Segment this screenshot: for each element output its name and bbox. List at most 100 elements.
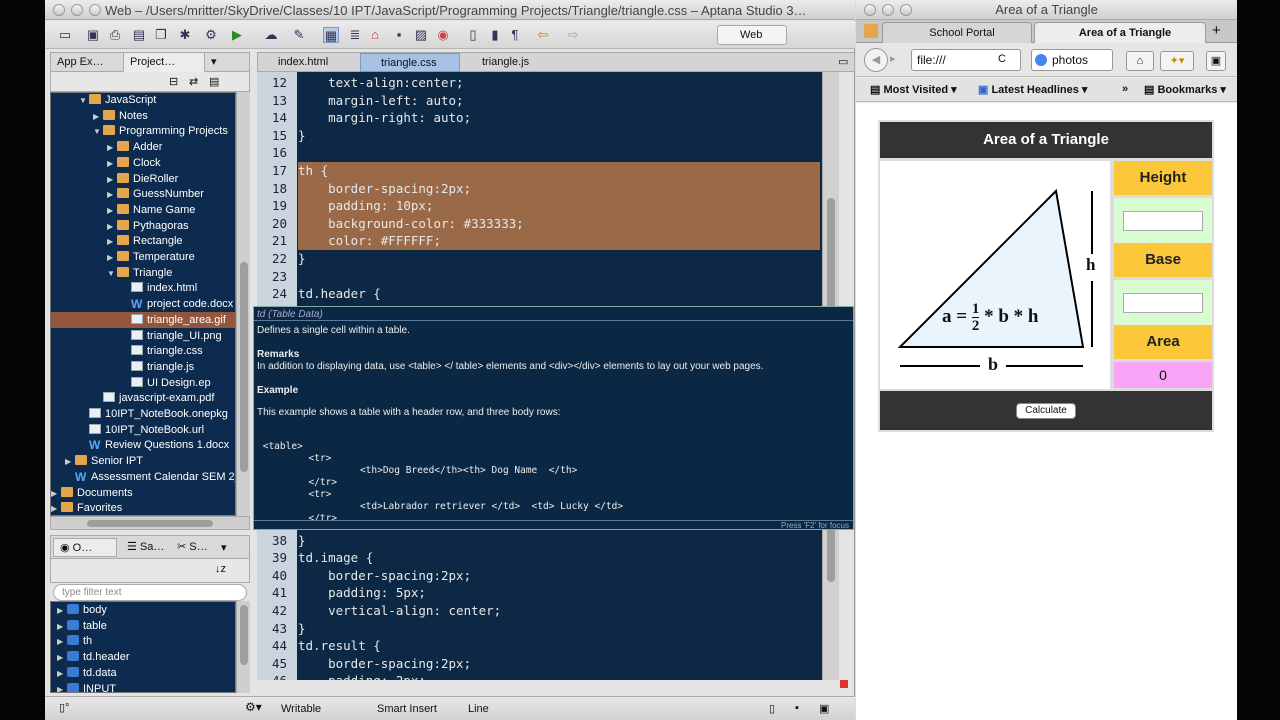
outline-item[interactable]: ▶ INPUT xyxy=(51,681,235,693)
code-line[interactable]: border-spacing:2px; xyxy=(298,179,820,198)
code-line[interactable]: td.result { xyxy=(298,637,820,655)
grid-view-icon[interactable]: ▦ xyxy=(323,27,339,43)
close-window-button[interactable] xyxy=(53,4,65,16)
bookmark-icon[interactable]: ▮ xyxy=(487,27,503,43)
firefox-menu-icon[interactable] xyxy=(864,24,878,38)
maximize-icon[interactable]: ▭ xyxy=(838,55,848,68)
tree-item[interactable]: triangle.css xyxy=(51,343,235,359)
tree-item[interactable]: ▶ Notes xyxy=(51,108,235,125)
code-line[interactable]: } xyxy=(298,127,820,145)
code-line[interactable]: } xyxy=(298,250,820,268)
forward-arrow-icon[interactable]: ⇨ xyxy=(565,27,581,43)
tab-triangle-js[interactable]: triangle.js xyxy=(462,53,558,72)
code-line[interactable]: margin-right: auto; xyxy=(298,109,820,127)
tab-snippets[interactable]: ✂ S… xyxy=(171,538,215,557)
run-config-icon[interactable]: ✱ xyxy=(177,27,193,43)
code-line[interactable]: vertical-align: center; xyxy=(298,602,820,620)
image-icon[interactable]: ▨ xyxy=(413,27,429,43)
outline-item[interactable]: ▶ td.data xyxy=(51,665,235,682)
tree-item[interactable]: W Review Questions 1.docx xyxy=(51,437,235,453)
collapsed-arrow-icon[interactable]: ▶ xyxy=(65,454,75,470)
collapsed-arrow-icon[interactable]: ▶ xyxy=(57,682,67,693)
tree-item[interactable]: javascript-exam.pdf xyxy=(51,390,235,406)
expanded-arrow-icon[interactable]: ▼ xyxy=(93,124,103,140)
deploy-icon[interactable]: ☁ xyxy=(263,27,279,43)
tree-item[interactable]: triangle_UI.png xyxy=(51,328,235,344)
tree-item[interactable]: 10IPT_NoteBook.url xyxy=(51,422,235,438)
tree-item[interactable]: W Assessment Calendar SEM 2_IPT xyxy=(51,469,235,485)
tree-item[interactable]: UI Design.ep xyxy=(51,375,235,391)
collapsed-arrow-icon[interactable]: ▶ xyxy=(107,219,117,235)
tab-samples[interactable]: ☰ Sa… xyxy=(121,538,169,557)
close-window-button[interactable] xyxy=(864,4,876,16)
collapsed-arrow-icon[interactable]: ▶ xyxy=(107,234,117,250)
save-icon[interactable]: ▣ xyxy=(85,27,101,43)
tab-project-explorer[interactable]: Project… xyxy=(123,53,205,72)
tree-item[interactable]: ▶ Name Game xyxy=(51,202,235,219)
height-input[interactable] xyxy=(1123,211,1203,231)
more-options-icon[interactable]: ▤ xyxy=(209,75,219,88)
run-icon[interactable]: ▶ xyxy=(229,27,245,43)
tree-item[interactable]: 10IPT_NoteBook.onepkg xyxy=(51,406,235,422)
code-line[interactable] xyxy=(298,144,820,162)
tree-item[interactable]: ▶ Rectangle xyxy=(51,233,235,250)
link-editor-icon[interactable]: ⇄ xyxy=(189,75,198,88)
view-menu-icon[interactable]: ▾ xyxy=(211,55,217,68)
tree-item[interactable]: ▶ Adder xyxy=(51,139,235,156)
sort-az-icon[interactable]: ↓z xyxy=(215,563,226,575)
tab-school-portal[interactable]: School Portal xyxy=(882,22,1032,43)
outline-scrollbar[interactable] xyxy=(236,601,250,693)
terminal-icon[interactable]: ▪ xyxy=(795,702,799,714)
print-icon[interactable]: ⎙ xyxy=(107,27,123,43)
console-icon[interactable]: ▯ xyxy=(769,702,775,715)
tree-item[interactable]: triangle.js xyxy=(51,359,235,375)
collapsed-arrow-icon[interactable]: ▶ xyxy=(107,250,117,266)
tab-area-of-triangle[interactable]: Area of a Triangle xyxy=(1034,22,1206,43)
collapsed-arrow-icon[interactable]: ▶ xyxy=(57,619,67,635)
outline-item[interactable]: ▶ table xyxy=(51,618,235,635)
code-line[interactable]: border-spacing:2px; xyxy=(298,567,820,585)
code-line[interactable]: padding: 10px; xyxy=(298,197,820,215)
minimize-window-button[interactable] xyxy=(71,4,83,16)
home-icon[interactable]: ⌂ xyxy=(367,27,383,43)
collapsed-arrow-icon[interactable]: ▶ xyxy=(107,140,117,156)
layout-icon[interactable]: ▣ xyxy=(819,702,829,715)
code-line[interactable]: background-color: #333333; xyxy=(298,214,820,233)
more-bookmarks-chevron[interactable]: » xyxy=(1122,83,1128,95)
code-line[interactable]: } xyxy=(298,532,820,550)
base-input[interactable] xyxy=(1123,293,1203,313)
extension-icon[interactable]: ▣ xyxy=(1206,51,1226,71)
tree-item[interactable]: ▶ Favorites xyxy=(51,500,235,515)
tree-item[interactable]: ▶ Pythagoras xyxy=(51,218,235,235)
outline-item[interactable]: ▶ body xyxy=(51,602,235,618)
code-line[interactable]: padding: 2px; xyxy=(298,672,820,680)
copy-icon[interactable]: ❐ xyxy=(153,27,169,43)
bookmark-latest-headlines[interactable]: ▣ Latest Headlines ▾ xyxy=(978,83,1087,96)
bookmark-most-visited[interactable]: ▤ Most Visited ▾ xyxy=(870,83,957,96)
collapsed-arrow-icon[interactable]: ▶ xyxy=(93,109,103,125)
tab-app-explorer[interactable]: App Ex… xyxy=(51,53,121,72)
code-line[interactable]: td.image { xyxy=(298,549,820,567)
code-line[interactable]: th { xyxy=(298,162,820,180)
terminal-icon[interactable]: ▪ xyxy=(391,27,407,43)
folder-icon[interactable]: ▤ xyxy=(131,27,147,43)
collapsed-arrow-icon[interactable]: ▶ xyxy=(57,634,67,650)
collapsed-arrow-icon[interactable]: ▶ xyxy=(107,187,117,203)
minimize-window-button[interactable] xyxy=(882,4,894,16)
code-line[interactable]: margin-left: auto; xyxy=(298,92,820,110)
collapsed-arrow-icon[interactable]: ▶ xyxy=(57,666,67,682)
code-line[interactable]: text-align:center; xyxy=(298,74,820,92)
zoom-window-button[interactable] xyxy=(89,4,101,16)
reload-icon[interactable]: C xyxy=(998,53,1006,65)
code-line[interactable] xyxy=(298,268,820,286)
tree-item[interactable]: ▶ Clock xyxy=(51,155,235,171)
back-icon[interactable]: ◀ xyxy=(864,48,888,72)
collapsed-arrow-icon[interactable]: ▶ xyxy=(107,203,117,219)
tree-item[interactable]: triangle_area.gif xyxy=(51,311,235,328)
collapsed-arrow-icon[interactable]: ▶ xyxy=(57,650,67,666)
bookmarks-menu[interactable]: ▤ Bookmarks ▾ xyxy=(1144,83,1226,96)
tree-item[interactable]: ▼ Programming Projects xyxy=(51,123,235,140)
web-perspective-button[interactable]: Web xyxy=(717,25,787,45)
outline-item[interactable]: ▶ td.header xyxy=(51,649,235,666)
collapse-all-icon[interactable]: ⊟ xyxy=(169,75,178,88)
